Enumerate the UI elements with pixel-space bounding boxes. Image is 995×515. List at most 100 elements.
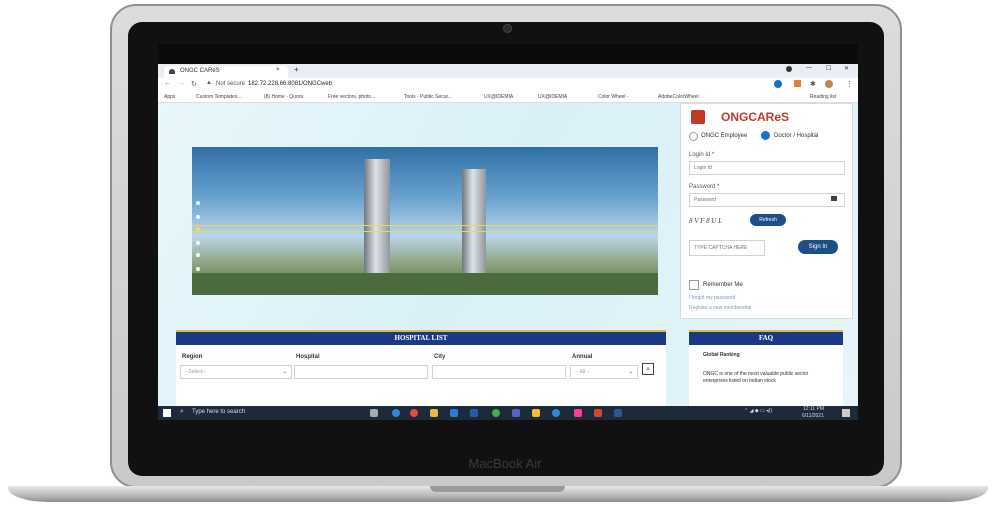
login-id-label: Login Id * (689, 152, 715, 158)
region-value: --Select-- (185, 369, 206, 375)
taskbar-date[interactable]: 6/11/2021 (802, 413, 824, 419)
bookmark-8[interactable]: AdobeColorWheel (658, 94, 699, 100)
teams-icon[interactable] (512, 409, 520, 417)
bookmark-2[interactable]: (8) Home - Quora (264, 94, 303, 100)
bookmark-7[interactable]: Color Wheel - (598, 94, 629, 100)
bookmark-6[interactable]: UX@IDEMIA (538, 94, 567, 100)
menu-icon[interactable]: ⋮ (846, 80, 853, 88)
taskbar-search[interactable]: Type here to search (192, 409, 245, 415)
laptop-brand: MacBook Air (468, 456, 542, 471)
col-hospital: Hospital (296, 354, 320, 360)
extension-icon[interactable] (794, 80, 801, 87)
chrome-icon[interactable] (410, 409, 418, 417)
slider-dot[interactable] (196, 253, 200, 257)
bookmarks-bar: Apps Custom Templates... (8) Home - Quor… (158, 91, 858, 103)
trees (192, 273, 658, 295)
hospital-list-title: HOSPITAL LIST (176, 330, 666, 345)
ongc-logo-icon (691, 110, 705, 124)
annual-value: -- All -- (575, 369, 590, 375)
security-label[interactable]: Not secure (216, 81, 245, 87)
refinery-tower-left (364, 159, 390, 289)
forward-icon[interactable]: → (178, 80, 185, 87)
radio-doctor-checked[interactable] (761, 131, 770, 140)
bookmark-1[interactable]: Custom Templates... (196, 94, 241, 100)
word-icon[interactable] (614, 409, 622, 417)
slider-dot[interactable] (196, 267, 200, 271)
hospital-select[interactable] (294, 365, 428, 379)
login-id-input[interactable] (689, 161, 845, 175)
slider-dot[interactable] (196, 201, 200, 205)
login-panel: ONGCAReS ONGC Employee Doctor / Hospital… (680, 103, 853, 319)
task-view-icon[interactable] (370, 409, 378, 417)
faq-item-text: ONGC is one of the most valuable public … (703, 371, 809, 384)
bookmark-3[interactable]: Free vectors, photo... (328, 94, 375, 100)
slider-dot-active[interactable] (196, 227, 200, 231)
avatar[interactable] (825, 80, 833, 88)
logo-text: ONGCAReS (721, 110, 790, 124)
tab-close-icon[interactable]: × (276, 67, 280, 73)
windows-start-icon[interactable] (163, 409, 171, 417)
tab-title: ONGC CAReS (180, 68, 220, 74)
black-topbar (158, 44, 858, 64)
password-label: Password * (689, 184, 720, 190)
register-link[interactable]: Register a new membership (689, 305, 751, 311)
warning-icon[interactable]: ▲ (206, 80, 212, 86)
search-icon[interactable]: ⌕ (642, 363, 654, 375)
chevron-down-icon: ⌄ (628, 369, 633, 375)
maximize-icon[interactable]: ☐ (826, 65, 831, 72)
lock-icon (831, 196, 837, 201)
faq-title: FAQ (689, 330, 843, 345)
password-input[interactable] (689, 193, 845, 207)
hero-image (192, 147, 658, 295)
refresh-button[interactable]: Refresh (750, 214, 786, 226)
bookmark-apps[interactable]: Apps (164, 94, 175, 100)
outlook-icon[interactable] (470, 409, 478, 417)
col-city: City (434, 354, 446, 360)
screen-bottom-bezel (158, 420, 858, 439)
taskbar-time[interactable]: 12:11 PM (803, 406, 824, 412)
sign-in-button[interactable]: Sign In (798, 240, 838, 254)
slider-dot[interactable] (196, 215, 200, 219)
file-explorer-icon[interactable] (430, 409, 438, 417)
chevron-down-icon: ⌄ (282, 369, 287, 375)
slider-line (192, 225, 658, 226)
mail-icon[interactable] (450, 409, 458, 417)
folder-icon[interactable] (532, 409, 540, 417)
star-icon[interactable] (774, 80, 782, 88)
annual-select[interactable]: -- All -- ⌄ (570, 365, 638, 379)
edge-icon[interactable] (392, 409, 400, 417)
page-content: ONGCAReS ONGC Employee Doctor / Hospital… (158, 103, 858, 430)
windows-taskbar: ⌕ Type here to search ⌃ ◢ ◆ ▭ ◂)) 12:11 … (158, 406, 858, 420)
slider-line-2 (192, 231, 658, 232)
captcha-image: 8 V F 8 U L (689, 217, 723, 225)
back-icon[interactable]: ← (164, 80, 171, 87)
slider-dot[interactable] (196, 241, 200, 245)
radio-employee[interactable] (689, 132, 698, 141)
profile-icon[interactable] (786, 66, 792, 72)
city-select[interactable] (432, 365, 566, 379)
url-text[interactable]: 182.72.228.66:8081/ONGCweb (248, 81, 332, 87)
search-icon[interactable]: ⌕ (180, 408, 184, 416)
minimize-icon[interactable]: — (806, 65, 812, 71)
reload-icon[interactable]: ↻ (191, 80, 197, 88)
favicon-icon (169, 69, 175, 74)
close-window-icon[interactable]: ✕ (844, 65, 849, 72)
tray-icons[interactable]: ⌃ ◢ ◆ ▭ ◂)) (744, 408, 772, 414)
bookmark-5[interactable]: UX@IDEMIA (484, 94, 513, 100)
region-select[interactable]: --Select-- ⌄ (180, 365, 292, 379)
browser-tab[interactable]: ONGC CAReS × (164, 66, 288, 78)
role-doctor-label: Doctor / Hospital (774, 133, 819, 139)
puzzle-icon[interactable]: ✱ (810, 80, 816, 88)
captcha-input[interactable] (689, 240, 765, 256)
remember-checkbox[interactable] (689, 280, 699, 290)
faq-item-title[interactable]: Global Ranking (703, 352, 740, 358)
reading-list[interactable]: Reading list (810, 94, 836, 100)
new-tab-icon[interactable]: + (294, 65, 299, 74)
ie-icon[interactable] (552, 409, 560, 417)
forgot-link[interactable]: I forgot my password (689, 295, 735, 301)
app-icon[interactable] (492, 409, 500, 417)
xd-icon[interactable] (574, 409, 582, 417)
bookmark-4[interactable]: Tools - Public Secur... (404, 94, 452, 100)
powerpoint-icon[interactable] (594, 409, 602, 417)
notification-icon[interactable] (842, 409, 850, 417)
